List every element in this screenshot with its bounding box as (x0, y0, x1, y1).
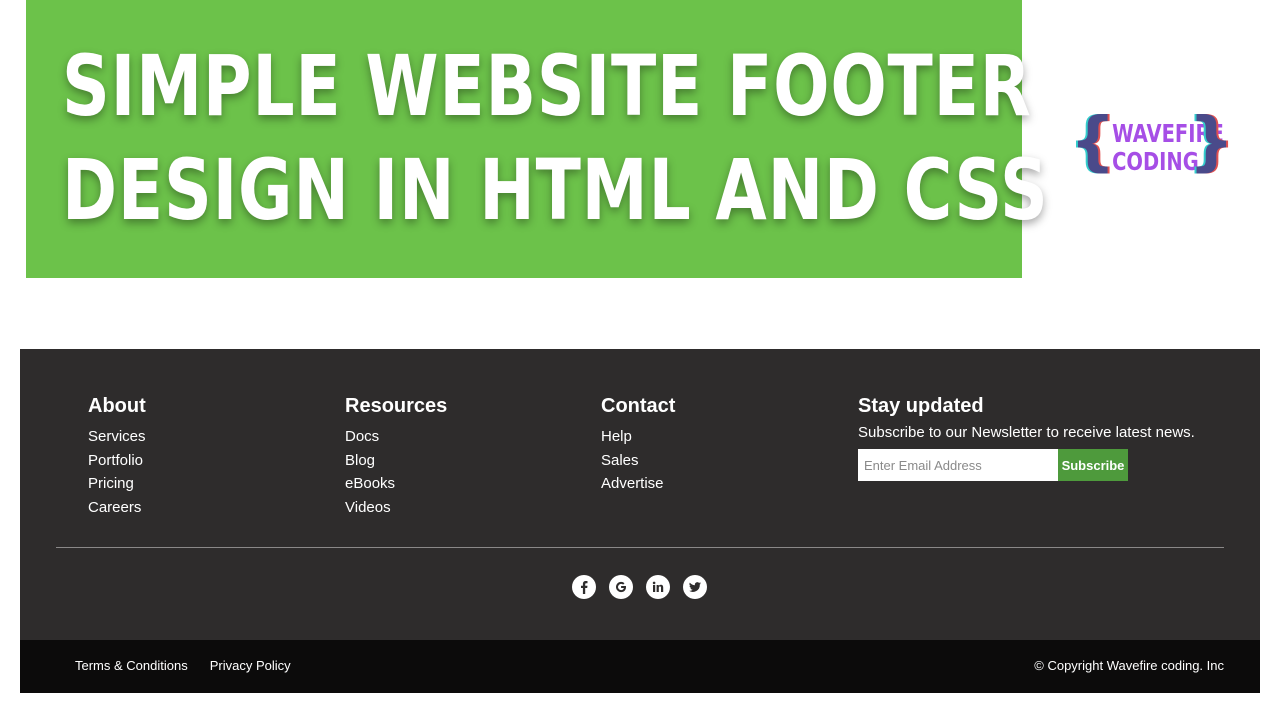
title-banner: SIMPLE WEBSITE FOOTER DESIGN IN HTML AND… (26, 0, 1049, 278)
legal-links: Terms & Conditions Privacy Policy (75, 658, 291, 674)
terms-link[interactable]: Terms & Conditions (75, 658, 188, 674)
column-heading: About (88, 395, 146, 417)
wavefire-coding-logo: { WAVEFIRE CODING } (1070, 105, 1240, 186)
social-links (572, 575, 707, 599)
banner-title-line2: DESIGN IN HTML AND CSS (62, 141, 1049, 239)
linkedin-icon[interactable] (646, 575, 670, 599)
banner-title: SIMPLE WEBSITE FOOTER DESIGN IN HTML AND… (62, 34, 1049, 242)
footer-column-stay-updated: Stay updated Subscribe to our Newsletter… (858, 395, 1195, 481)
link-list: Services Portfolio Pricing Careers (88, 425, 146, 519)
footer-link-docs[interactable]: Docs (345, 425, 447, 449)
link-list: Help Sales Advertise (601, 425, 675, 496)
newsletter-description: Subscribe to our Newsletter to receive l… (858, 424, 1195, 441)
footer-bottom-bar: Terms & Conditions Privacy Policy © Copy… (20, 640, 1260, 693)
footer-link-services[interactable]: Services (88, 425, 146, 449)
column-heading: Contact (601, 395, 676, 417)
footer-column-resources: Resources Docs Blog eBooks Videos (345, 395, 447, 519)
newsletter-form: Subscribe (858, 449, 1195, 481)
footer-link-sales[interactable]: Sales (601, 449, 675, 473)
footer-link-advertise[interactable]: Advertise (601, 472, 675, 496)
footer-link-careers[interactable]: Careers (88, 496, 146, 520)
column-heading: Stay updated (858, 395, 984, 417)
footer-link-pricing[interactable]: Pricing (88, 472, 146, 496)
email-input[interactable] (858, 449, 1058, 481)
footer-link-help[interactable]: Help (601, 425, 675, 449)
footer-divider (56, 547, 1224, 548)
footer-link-videos[interactable]: Videos (345, 496, 447, 520)
logo-text: WAVEFIRE CODING (1112, 119, 1224, 176)
twitter-icon[interactable] (683, 575, 707, 599)
footer-column-about: About Services Portfolio Pricing Careers (88, 395, 146, 519)
footer-link-blog[interactable]: Blog (345, 449, 447, 473)
site-footer: About Services Portfolio Pricing Careers… (20, 349, 1260, 640)
privacy-link[interactable]: Privacy Policy (210, 658, 291, 674)
logo-left-brace: { (1070, 105, 1116, 179)
subscribe-button[interactable]: Subscribe (1058, 449, 1128, 481)
logo-right-brace: } (1188, 105, 1234, 179)
column-heading: Resources (345, 395, 448, 417)
banner-title-line1: SIMPLE WEBSITE FOOTER (62, 37, 1032, 135)
logo-text-line2: CODING (1112, 147, 1199, 176)
footer-column-contact: Contact Help Sales Advertise (601, 395, 675, 496)
facebook-icon[interactable] (572, 575, 596, 599)
footer-link-ebooks[interactable]: eBooks (345, 472, 447, 496)
copyright-text: © Copyright Wavefire coding. Inc (1034, 658, 1224, 673)
link-list: Docs Blog eBooks Videos (345, 425, 447, 519)
logo-text-line1: WAVEFIRE (1112, 119, 1224, 148)
google-icon[interactable] (609, 575, 633, 599)
footer-link-portfolio[interactable]: Portfolio (88, 449, 146, 473)
